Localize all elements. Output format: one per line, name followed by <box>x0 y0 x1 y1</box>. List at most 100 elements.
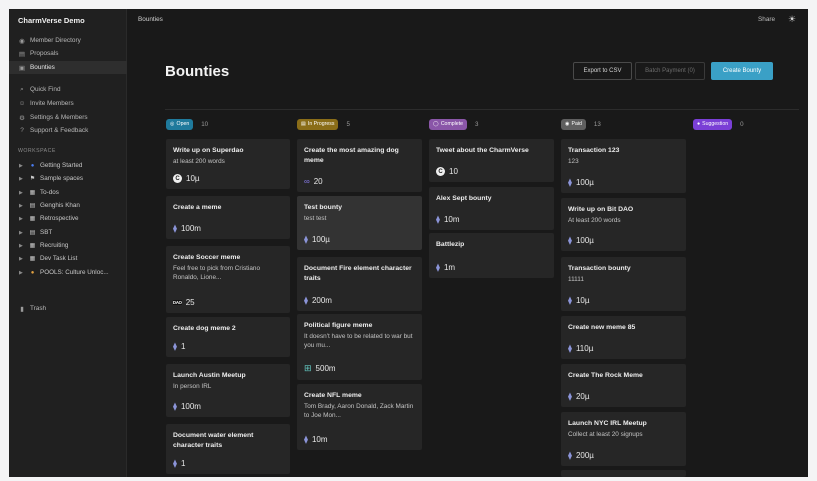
bounty-card[interactable]: Political figure meme It doesn't have to … <box>297 314 422 380</box>
bounty-reward: ⧫ 100µ <box>568 236 594 245</box>
help-icon: ? <box>20 127 24 134</box>
sidebar-page-recruiting[interactable]: ▶ ▦ Recruiting <box>9 239 127 252</box>
workspace-name[interactable]: CharmVerse Demo <box>18 16 85 25</box>
bounty-reward: ⧫ 100m <box>173 224 201 233</box>
bounty-card[interactable]: Create The Rock Meme ⧫ 20µ <box>561 364 686 407</box>
sidebar-item-label: Quick Find <box>30 86 61 93</box>
sidebar-item-bounties[interactable]: ▣ Bounties <box>9 61 127 74</box>
ethereum-icon: ⧫ <box>304 296 308 305</box>
status-badge: ◯ Complete <box>429 118 468 130</box>
sidebar-page-label: Genghis Khan <box>40 202 80 209</box>
sidebar-item-settings[interactable]: ⚙ Settings & Members <box>9 111 127 124</box>
bounty-card[interactable]: Launch NYC IRL Meetup Collect at least 20… <box>561 412 686 466</box>
bounty-title: Launch Austin Meetup <box>173 372 246 379</box>
status-badge-label: Paid <box>571 121 582 127</box>
reward-amount: 20 <box>313 177 323 186</box>
reward-amount: 100m <box>180 224 201 233</box>
sidebar-page-sample-spaces[interactable]: ▶ ⚑ Sample spaces <box>9 172 127 185</box>
sidebar-page-sbt[interactable]: ▶ ▤ SBT <box>9 226 127 239</box>
reward-amount: 20µ <box>575 392 590 401</box>
bounty-card[interactable]: Write up on Bit DAO At least 200 words ⧫ 10… <box>561 198 686 251</box>
bounty-title: Battlezip <box>436 241 465 248</box>
bounty-description: Collect at least 20 signups <box>568 430 643 438</box>
sidebar-item-quick-find[interactable]: ⌕ Quick Find <box>9 83 127 96</box>
bounty-card[interactable]: Test bounty test test ⧫ 100µ <box>297 196 422 250</box>
sidebar-page-genghis-khan[interactable]: ▶ ▤ Genghis Khan <box>9 199 127 212</box>
column-header-complete: ◯ Complete 3 <box>429 118 478 130</box>
bounty-card[interactable]: Battlezip ⧫ 1m <box>429 233 554 278</box>
sidebar-item-support[interactable]: ? Support & Feedback <box>9 124 127 137</box>
column-header-open: ◎ Open 10 <box>166 118 208 130</box>
bounty-card[interactable]: Create the most awesome <box>561 470 686 477</box>
bounty-description: 123 <box>568 157 579 165</box>
bounty-title: Launch NYC IRL Meetup <box>568 420 647 427</box>
column-count: 13 <box>593 120 601 128</box>
export-csv-button[interactable]: Export to CSV <box>573 62 632 80</box>
sidebar-item-proposals[interactable]: ▤ Proposals <box>9 47 127 60</box>
expand-triangle-icon[interactable]: ▶ <box>19 216 28 222</box>
token-coin-icon: C <box>436 167 445 176</box>
sidebar-page-getting-started[interactable]: ▶ ● Getting Started <box>9 159 127 172</box>
bounty-card[interactable]: Transaction bounty 11111 ⧫ 10µ <box>561 257 686 311</box>
bounty-card[interactable]: Create a meme ⧫ 100m <box>166 196 290 239</box>
breadcrumb[interactable]: Bounties <box>138 16 163 23</box>
bounty-card[interactable]: Tweet about the CharmVerse C 10 <box>429 139 554 182</box>
expand-triangle-icon[interactable]: ▶ <box>19 163 28 169</box>
bounty-card[interactable]: Document Fire element character traits ⧫ 2… <box>297 257 422 311</box>
bounty-card[interactable]: Create new meme 85 ⧫ 110µ <box>561 316 686 359</box>
board-icon: ▦ <box>29 216 36 222</box>
reward-amount: 110µ <box>575 344 594 353</box>
expand-triangle-icon[interactable]: ▶ <box>19 243 28 249</box>
sidebar-item-invite-members[interactable]: ☺ Invite Members <box>9 97 127 110</box>
expand-triangle-icon[interactable]: ▶ <box>19 230 28 236</box>
sidebar-page-dev-task-list[interactable]: ▶ ▦ Dev Task List <box>9 252 127 265</box>
bounty-title: Create dog meme 2 <box>173 325 236 332</box>
bounty-card[interactable]: Alex Sept bounty ⧫ 10m <box>429 187 554 230</box>
ethereum-icon: ⧫ <box>568 344 572 353</box>
bounty-card[interactable]: Create the most amazing dog meme ∞ 20 <box>297 139 422 192</box>
column-count: 3 <box>475 120 479 128</box>
bounty-card[interactable]: Launch Austin Meetup In person IRL ⧫ 100m <box>166 364 290 417</box>
top-bar: Bounties Share ☀ <box>128 9 808 31</box>
ethereum-icon: ⧫ <box>173 224 177 233</box>
ethereum-icon: ⧫ <box>304 235 308 244</box>
complete-status-icon: ◯ <box>433 121 439 127</box>
bounty-card[interactable]: Create Soccer meme Feel free to pick from… <box>166 246 290 313</box>
ethereum-icon: ⧫ <box>436 263 440 272</box>
bounty-card[interactable]: Write up on Superdao at least 200 words C 1… <box>166 139 290 189</box>
ethereum-icon: ⧫ <box>568 178 572 187</box>
sidebar-item-trash[interactable]: ▮ Trash <box>9 302 127 315</box>
bounty-title: Test bounty <box>304 204 343 211</box>
bounty-reward: ⧫ 200µ <box>568 451 594 460</box>
sidebar-page-pools[interactable]: ▶ ● POOLS: Culture Unloc... <box>9 266 127 279</box>
sidebar-page-label: SBT <box>40 229 53 236</box>
status-badge: ▤ In Progress <box>297 118 339 130</box>
expand-triangle-icon[interactable]: ▶ <box>19 270 28 276</box>
bounty-reward: C 10 <box>436 167 458 176</box>
bounty-card[interactable]: Transaction 123 123 ⧫ 100µ <box>561 139 686 193</box>
status-badge-label: Complete <box>440 121 464 127</box>
bounty-title: Transaction bounty <box>568 265 631 272</box>
share-button[interactable]: Share <box>758 16 775 23</box>
page-icon: ▤ <box>29 230 36 236</box>
expand-triangle-icon[interactable]: ▶ <box>19 203 28 209</box>
sidebar-page-retrospective[interactable]: ▶ ▦ Retrospective <box>9 212 127 225</box>
in-progress-status-icon: ▤ <box>301 121 306 127</box>
bounty-title: Document Fire element character traits <box>304 265 412 282</box>
expand-triangle-icon[interactable]: ▶ <box>19 256 28 262</box>
reward-amount: 100m <box>180 402 201 411</box>
bounty-card[interactable]: Document water element character traits ⧫… <box>166 424 290 474</box>
expand-triangle-icon[interactable]: ▶ <box>19 176 28 182</box>
expand-triangle-icon[interactable]: ▶ <box>19 190 28 196</box>
column-header-suggestion: ● Suggestion 0 <box>693 118 744 130</box>
sidebar-page-todos[interactable]: ▶ ▦ To-dos <box>9 186 127 199</box>
sun-icon[interactable]: ☀ <box>788 14 796 25</box>
bounty-card[interactable]: Create dog meme 2 ⧫ 1 <box>166 317 290 357</box>
create-bounty-button[interactable]: Create Bounty <box>711 62 773 80</box>
sidebar-item-member-directory[interactable]: ◉ Member Directory <box>9 34 127 47</box>
page-icon: ▤ <box>29 203 36 209</box>
bounty-title: Transaction 123 <box>568 147 620 154</box>
bounty-title: Create The Rock Meme <box>568 372 643 379</box>
batch-payment-button[interactable]: Batch Payment (0) <box>635 62 705 80</box>
bounty-card[interactable]: Create NFL meme Tom Brady, Aaron Donald, … <box>297 384 422 450</box>
